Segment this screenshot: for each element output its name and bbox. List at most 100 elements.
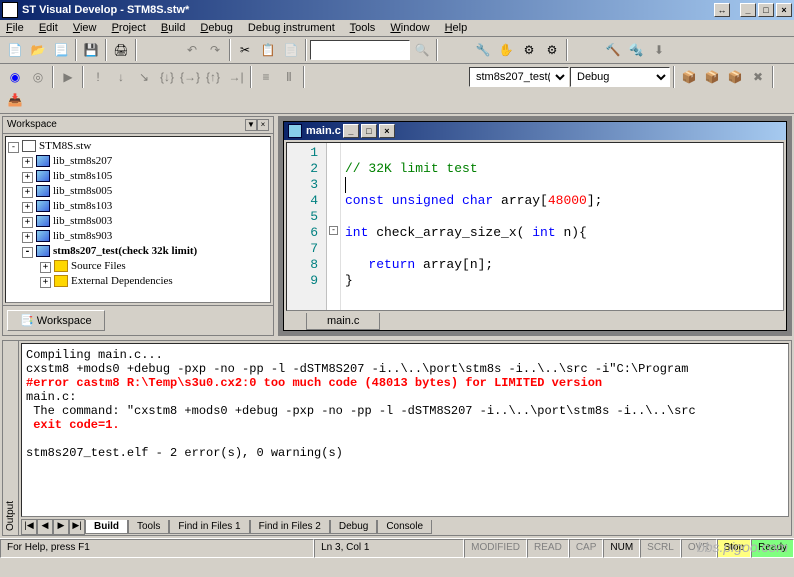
minimize-button[interactable]: _ (740, 3, 756, 17)
maximize-button[interactable]: □ (758, 3, 774, 17)
fold-column[interactable]: - (327, 143, 341, 310)
close-button[interactable]: × (776, 3, 792, 17)
tree-item[interactable]: +lib_stm8s103 (8, 199, 268, 214)
text-button[interactable]: 📃 (50, 39, 72, 61)
tab-nav-prev[interactable]: ◀ (37, 519, 53, 535)
tool-btn-3[interactable]: ⚙ (518, 39, 540, 61)
tree-item[interactable]: +lib_stm8s003 (8, 214, 268, 229)
project-tree[interactable]: -STM8S.stw +lib_stm8s207 +lib_stm8s105 +… (5, 136, 271, 303)
tab-nav-next[interactable]: ▶ (53, 519, 69, 535)
project-combo[interactable]: stm8s207_test(c (469, 67, 569, 87)
editor-titlebar: main.c _ □ × (284, 122, 786, 140)
save-button[interactable]: 💾 (80, 39, 102, 61)
debug-btn-3[interactable]: →| (225, 66, 247, 88)
workspace-dropdown-icon[interactable]: ▼ (245, 119, 257, 131)
output-tab-build[interactable]: Build (85, 520, 128, 534)
debug-stop-button[interactable]: ◎ (27, 66, 49, 88)
status-cap: CAP (569, 539, 604, 558)
find-button[interactable]: 🔍 (411, 39, 433, 61)
output-text[interactable]: Compiling main.c... cxstm8 +mods0 +debug… (21, 343, 789, 517)
tool-btn-4[interactable]: ⚙ (541, 39, 563, 61)
editor-maximize-button[interactable]: □ (361, 124, 377, 138)
workspace-close-button[interactable]: × (257, 119, 269, 131)
status-ready: Ready (751, 539, 794, 558)
status-position: Ln 3, Col 1 (314, 539, 464, 558)
output-tab-find2[interactable]: Find in Files 2 (250, 520, 330, 534)
output-tab-find1[interactable]: Find in Files 1 (169, 520, 249, 534)
toolbar-2: ◉ ◎ ▶ ! ↓ ↘ {↓} {→} {↑} →| ≡ Ⅱ stm8s207_… (0, 64, 794, 114)
editor-tab[interactable]: main.c (306, 313, 380, 330)
menu-debug[interactable]: Debug (200, 22, 232, 34)
menu-edit[interactable]: Edit (39, 22, 58, 34)
editor-close-button[interactable]: × (379, 124, 395, 138)
cut-button[interactable]: ✂ (234, 39, 256, 61)
menu-debug-instrument[interactable]: Debug instrument (248, 22, 335, 34)
build-btn-5[interactable]: 📥 (4, 89, 26, 111)
tree-folder[interactable]: +Source Files (8, 259, 268, 274)
build-btn-4[interactable]: ✖ (747, 66, 769, 88)
tree-root[interactable]: -STM8S.stw (8, 139, 268, 154)
output-label: Output (3, 341, 19, 535)
workspace-tab[interactable]: 📑 Workspace (7, 310, 105, 331)
status-stop[interactable]: Stop (717, 539, 752, 558)
tree-folder[interactable]: +External Dependencies (8, 274, 268, 289)
tree-item[interactable]: +lib_stm8s207 (8, 154, 268, 169)
debug-run-button[interactable]: ▶ (57, 66, 79, 88)
code-editor[interactable]: 123 456 789 - // 32K limit test const un… (286, 142, 784, 311)
status-bar: For Help, press F1 Ln 3, Col 1 MODIFIED … (0, 538, 794, 558)
tree-item-active[interactable]: -stm8s207_test(check 32k limit) (8, 244, 268, 259)
find-combo[interactable] (310, 40, 410, 60)
output-tab-console[interactable]: Console (377, 520, 432, 534)
tab-nav-first[interactable]: |◀ (21, 519, 37, 535)
tool-btn-7[interactable]: ⬇ (648, 39, 670, 61)
tool-btn-5[interactable]: 🔨 (602, 39, 624, 61)
editor-area: main.c _ □ × 123 456 789 - // 32K limit … (278, 116, 792, 336)
copy-button[interactable]: 📋 (257, 39, 279, 61)
menu-build[interactable]: Build (161, 22, 185, 34)
config-combo[interactable]: Debug (570, 67, 670, 87)
debug-btn-4[interactable]: ≡ (255, 66, 277, 88)
debug-restart-button[interactable]: ! (87, 66, 109, 88)
menu-file[interactable]: File (6, 22, 24, 34)
debug-btn-2[interactable]: ↘ (133, 66, 155, 88)
redo-button[interactable]: ↷ (204, 39, 226, 61)
debug-btn-1[interactable]: ↓ (110, 66, 132, 88)
menu-view[interactable]: View (73, 22, 97, 34)
restore-down-icon[interactable]: ↔ (714, 3, 730, 17)
build-btn-1[interactable]: 📦 (678, 66, 700, 88)
print-button[interactable]: 🖨 (110, 39, 132, 61)
tool-btn-2[interactable]: ✋ (495, 39, 517, 61)
editor-minimize-button[interactable]: _ (343, 124, 359, 138)
line-gutter: 123 456 789 (287, 143, 327, 310)
code-content[interactable]: // 32K limit test const unsigned char ar… (341, 143, 783, 310)
open-button[interactable]: 📂 (27, 39, 49, 61)
tool-btn-6[interactable]: 🔩 (625, 39, 647, 61)
menu-project[interactable]: Project (112, 22, 146, 34)
menu-bar: File Edit View Project Build Debug Debug… (0, 20, 794, 37)
debug-step-into[interactable]: {↓} (156, 66, 178, 88)
output-tabs: |◀ ◀ ▶ ▶| Build Tools Find in Files 1 Fi… (19, 519, 791, 535)
menu-tools[interactable]: Tools (350, 22, 376, 34)
tab-nav-last[interactable]: ▶| (69, 519, 85, 535)
workspace-panel: Workspace ▼ × -STM8S.stw +lib_stm8s207 +… (2, 116, 274, 336)
output-tab-debug[interactable]: Debug (330, 520, 377, 534)
tree-item[interactable]: +lib_stm8s005 (8, 184, 268, 199)
status-help: For Help, press F1 (0, 539, 314, 558)
build-btn-2[interactable]: 📦 (701, 66, 723, 88)
paste-button[interactable]: 📄 (280, 39, 302, 61)
tree-item[interactable]: +lib_stm8s105 (8, 169, 268, 184)
undo-button[interactable]: ↶ (181, 39, 203, 61)
tool-btn-1[interactable]: 🔧 (472, 39, 494, 61)
debug-btn-5[interactable]: Ⅱ (278, 66, 300, 88)
toolbar-1: 📄 📂 📃 💾 🖨 ↶ ↷ ✂ 📋 📄 🔍 🔧 ✋ ⚙ ⚙ 🔨 🔩 ⬇ (0, 37, 794, 64)
debug-step-over[interactable]: {→} (179, 66, 201, 88)
output-tab-tools[interactable]: Tools (128, 520, 169, 534)
menu-help[interactable]: Help (445, 22, 468, 34)
workspace-header: Workspace (7, 119, 57, 131)
debug-step-out[interactable]: {↑} (202, 66, 224, 88)
debug-start-button[interactable]: ◉ (4, 66, 26, 88)
build-btn-3[interactable]: 📦 (724, 66, 746, 88)
new-button[interactable]: 📄 (4, 39, 26, 61)
menu-window[interactable]: Window (390, 22, 429, 34)
tree-item[interactable]: +lib_stm8s903 (8, 229, 268, 244)
